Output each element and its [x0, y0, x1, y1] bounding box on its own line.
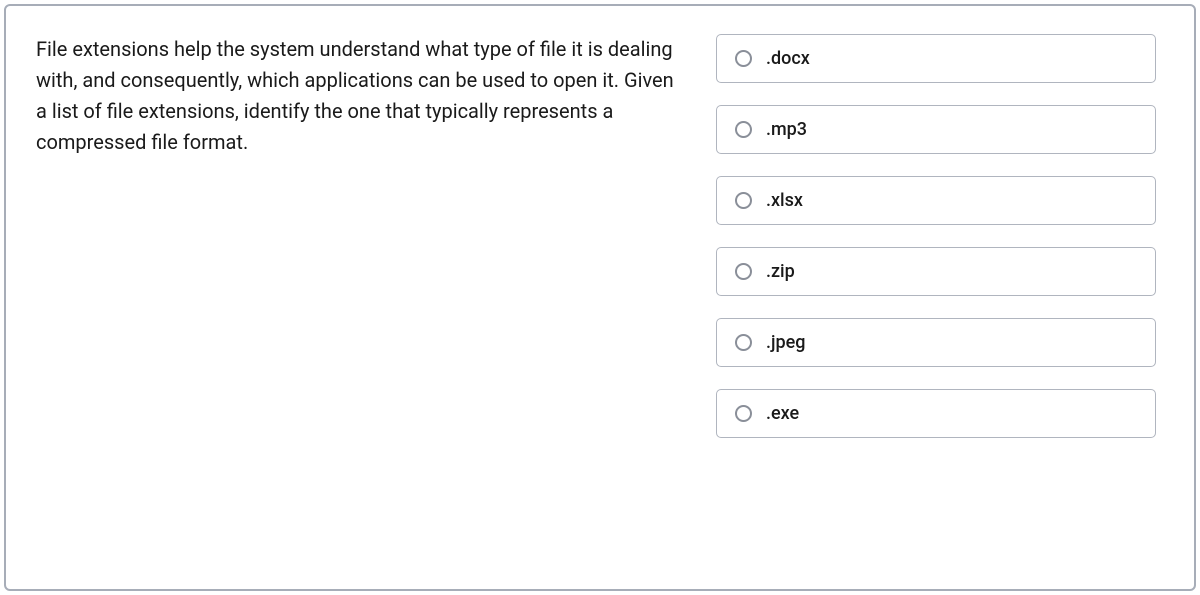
option-label: .exe — [766, 403, 799, 424]
radio-icon — [735, 334, 752, 351]
option-jpeg[interactable]: .jpeg — [716, 318, 1156, 367]
radio-icon — [735, 263, 752, 280]
radio-icon — [735, 405, 752, 422]
option-label: .zip — [766, 261, 795, 282]
question-panel: File extensions help the system understa… — [36, 34, 676, 561]
option-label: .jpeg — [766, 332, 805, 353]
quiz-container: File extensions help the system understa… — [4, 4, 1196, 591]
option-docx[interactable]: .docx — [716, 34, 1156, 83]
option-label: .docx — [766, 48, 810, 69]
option-zip[interactable]: .zip — [716, 247, 1156, 296]
option-mp3[interactable]: .mp3 — [716, 105, 1156, 154]
option-label: .xlsx — [766, 190, 803, 211]
option-xlsx[interactable]: .xlsx — [716, 176, 1156, 225]
option-exe[interactable]: .exe — [716, 389, 1156, 438]
question-text: File extensions help the system understa… — [36, 34, 676, 158]
radio-icon — [735, 121, 752, 138]
options-panel: .docx .mp3 .xlsx .zip .jpeg .exe — [716, 34, 1156, 561]
radio-icon — [735, 50, 752, 67]
option-label: .mp3 — [766, 119, 807, 140]
radio-icon — [735, 192, 752, 209]
